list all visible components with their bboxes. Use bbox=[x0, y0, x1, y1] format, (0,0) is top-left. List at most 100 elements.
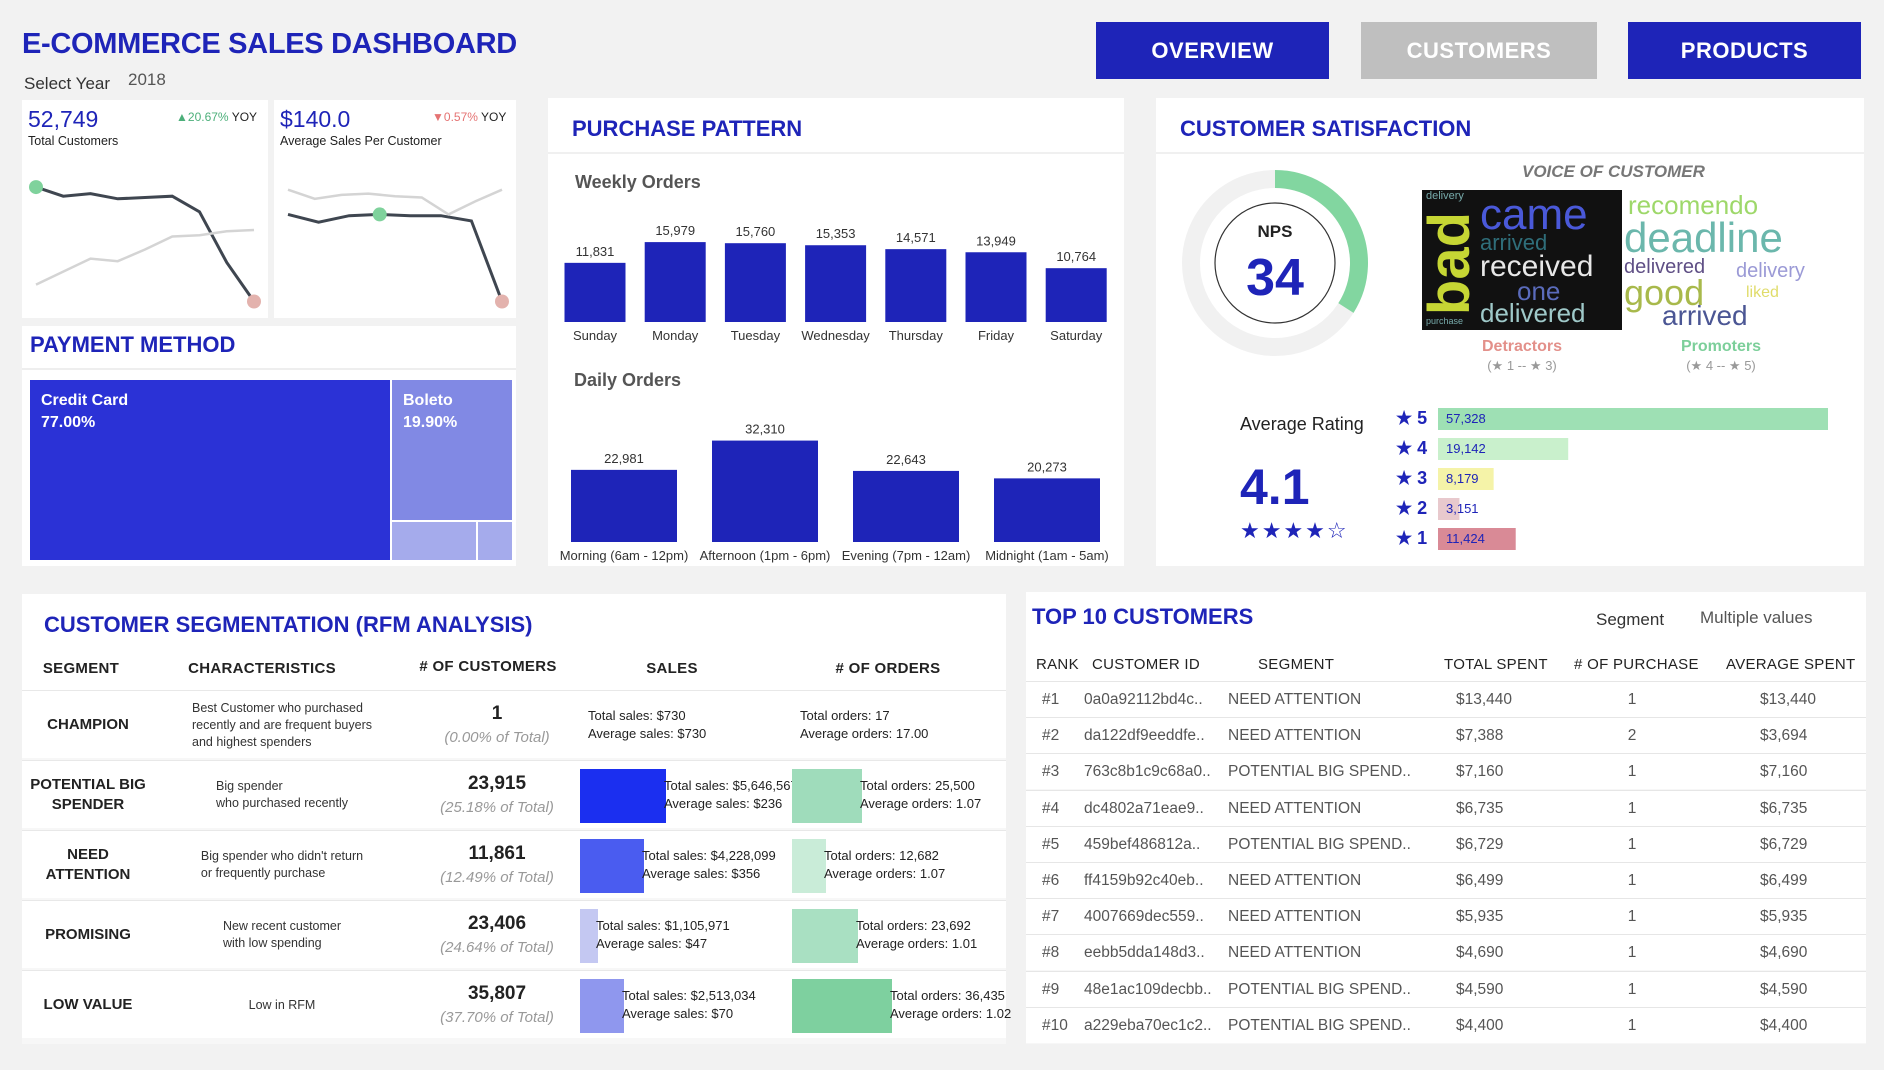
rating-star-label: ★ 2 bbox=[1396, 498, 1427, 518]
rfm-orders-total: Total orders: 23,692 bbox=[856, 918, 971, 933]
treemap-other-1[interactable] bbox=[392, 522, 476, 560]
bar-thursday[interactable] bbox=[885, 249, 947, 322]
bar-midnight[interactable] bbox=[994, 478, 1100, 542]
top10-segment: POTENTIAL BIG SPEND.. bbox=[1228, 835, 1411, 853]
top10-customer-id: 0a0a92112bd4c.. bbox=[1084, 691, 1203, 708]
rfm-customer-pct: (24.64% of Total) bbox=[440, 939, 554, 956]
top10-customer-id: eebb5dda148d3.. bbox=[1084, 944, 1205, 962]
top10-row[interactable]: #7 4007669dec559.. NEED ATTENTION $5,935 1 $5… bbox=[1026, 898, 1866, 935]
bar-morning[interactable] bbox=[571, 469, 677, 542]
top10-segment: NEED ATTENTION bbox=[1228, 944, 1362, 962]
page-title: E-COMMERCE SALES DASHBOARD bbox=[22, 28, 517, 60]
bar-value-label: 13,949 bbox=[976, 233, 1016, 248]
top10-customer-id: 763c8b1c9c68a0.. bbox=[1084, 763, 1211, 781]
top10-rank: #6 bbox=[1042, 872, 1060, 889]
kpi-avg-sales-change: ▼0.57% YOY bbox=[432, 110, 507, 124]
daily-orders-chart: 22,981 Morning (6am - 12pm) 32,310 Afternoo… bbox=[560, 422, 1109, 563]
rating-star-label: ★ 5 bbox=[1396, 408, 1427, 428]
products-button[interactable]: PRODUCTS bbox=[1628, 22, 1861, 79]
bar-saturday[interactable] bbox=[1045, 268, 1107, 322]
top10-segment: NEED ATTENTION bbox=[1228, 799, 1362, 817]
rfm-sales-avg: Average sales: $236 bbox=[664, 796, 783, 811]
year-selector[interactable]: 2018 bbox=[128, 70, 166, 90]
bar-category-label: Afternoon (1pm - 6pm) bbox=[700, 548, 831, 563]
rfm-customer-count: 11,861 bbox=[468, 843, 526, 864]
customer-satisfaction-panel: CUSTOMER SATISFACTION NPS 34 VOICE OF CU… bbox=[1156, 98, 1864, 566]
average-rating-value: 4.1 bbox=[1240, 459, 1310, 515]
top10-average-spent: $6,729 bbox=[1760, 835, 1808, 853]
bar-sunday[interactable] bbox=[564, 262, 626, 322]
top10-row[interactable]: #9 48e1ac109decbb.. POTENTIAL BIG SPEND.. $… bbox=[1026, 970, 1866, 1007]
top10-row[interactable]: #5 459bef486812a.. POTENTIAL BIG SPEND.. $6… bbox=[1026, 825, 1866, 862]
treemap-boleto[interactable]: Boleto 19.90% bbox=[392, 380, 512, 520]
bar-value-label: 15,979 bbox=[655, 223, 695, 238]
top10-row[interactable]: #2 da122df9eeddfe.. NEED ATTENTION $7,388 2 $… bbox=[1026, 717, 1866, 754]
treemap-credit-card[interactable]: Credit Card 77.00% bbox=[30, 380, 390, 560]
rfm-orders-avg: Average orders: 17.00 bbox=[800, 726, 929, 741]
rfm-characteristics: Big spender who didn't return or frequen… bbox=[200, 849, 364, 880]
rfm-row: LOW VALUE Low in RFM 35,807 (37.70% of Tota… bbox=[22, 970, 1011, 1038]
top10-row[interactable]: #4 dc4802a71eae9.. NEED ATTENTION $6,735 1 $6… bbox=[1026, 789, 1866, 826]
rating-star-label: ★ 4 bbox=[1396, 438, 1427, 458]
top10-total-spent: $6,499 bbox=[1456, 872, 1504, 889]
top10-row[interactable]: #1 0a0a92112bd4c.. NEED ATTENTION $13,440 1 $… bbox=[1026, 681, 1866, 717]
top10-rank: #2 bbox=[1042, 727, 1060, 745]
up-triangle-icon: ▲ bbox=[176, 110, 188, 124]
rfm-orders-total: Total orders: 17 bbox=[800, 708, 890, 723]
top10-row[interactable]: #6 ff4159b92c40eb.. NEED ATTENTION $6,499 1 $… bbox=[1026, 862, 1866, 898]
top10-segment: NEED ATTENTION bbox=[1228, 908, 1362, 926]
top10-purchase-count: 1 bbox=[1627, 691, 1637, 708]
sparkline-min-marker bbox=[247, 294, 261, 309]
top10-segment: POTENTIAL BIG SPEND.. bbox=[1228, 763, 1411, 781]
overview-button[interactable]: OVERVIEW bbox=[1096, 22, 1329, 79]
top10-row[interactable]: #8 eebb5dda148d3.. NEED ATTENTION $4,690 1 $4… bbox=[1026, 934, 1866, 971]
top10-rank: #8 bbox=[1042, 944, 1060, 962]
top10-average-spent: $4,590 bbox=[1760, 980, 1808, 998]
bar-evening[interactable] bbox=[853, 470, 959, 542]
top10-row[interactable]: #10 a229eba70ec1c2.. POTENTIAL BIG SPEND..… bbox=[1026, 1006, 1866, 1043]
top10-segment: NEED ATTENTION bbox=[1228, 691, 1362, 708]
bar-tuesday[interactable] bbox=[724, 243, 786, 322]
promoters-range: (★ 4 -- ★ 5) bbox=[1686, 358, 1756, 373]
top10-rank: #5 bbox=[1042, 835, 1060, 853]
rfm-sales-total: Total sales: $1,105,971 bbox=[596, 918, 730, 933]
top10-rank: #10 bbox=[1042, 1016, 1068, 1034]
top10-segment: POTENTIAL BIG SPEND.. bbox=[1228, 980, 1411, 998]
top10-purchase-count: 1 bbox=[1627, 799, 1637, 817]
rating-bar[interactable] bbox=[1438, 408, 1828, 430]
detractors-label: Detractors bbox=[1481, 338, 1563, 355]
bar-friday[interactable] bbox=[965, 252, 1027, 322]
top10-header-segment: SEGMENT bbox=[1258, 656, 1335, 673]
sparkline-previous-year bbox=[35, 228, 255, 286]
rfm-segment-name: PROMISING bbox=[45, 926, 131, 943]
top10-header-average-spent: AVERAGE SPENT bbox=[1726, 656, 1856, 673]
rfm-sales-bar bbox=[580, 979, 624, 1033]
rfm-header-orders: # OF ORDERS bbox=[835, 660, 941, 677]
rfm-orders-bar bbox=[792, 909, 858, 963]
bar-category-label: Evening (7pm - 12am) bbox=[842, 548, 971, 563]
nps-value: 34 bbox=[1246, 249, 1304, 307]
bar-monday[interactable] bbox=[644, 242, 706, 322]
bar-afternoon[interactable] bbox=[712, 440, 818, 542]
top10-total-spent: $4,590 bbox=[1456, 980, 1504, 998]
rfm-customer-pct: (12.49% of Total) bbox=[440, 869, 554, 886]
rfm-segment-name: CHAMPION bbox=[47, 716, 129, 733]
top10-average-spent: $5,935 bbox=[1760, 908, 1808, 926]
rfm-customer-count: 23,915 bbox=[467, 773, 527, 794]
bar-value-label: 10,764 bbox=[1056, 249, 1096, 264]
treemap-other-2[interactable] bbox=[478, 522, 512, 560]
segment-filter-dropdown[interactable]: Multiple values bbox=[1700, 608, 1812, 628]
top10-segment: POTENTIAL BIG SPEND.. bbox=[1228, 1016, 1411, 1034]
customers-button[interactable]: CUSTOMERS bbox=[1361, 22, 1597, 79]
rfm-sales-bar bbox=[580, 839, 644, 893]
rating-star-label: ★ 3 bbox=[1396, 468, 1427, 488]
bar-wednesday[interactable] bbox=[805, 245, 867, 322]
detractors-wordcloud: bad came arrived received one delivered … bbox=[1422, 190, 1622, 330]
rfm-row: PROMISING New recent customer with low sp… bbox=[22, 900, 1006, 968]
detractors-range: (★ 1 -- ★ 3) bbox=[1487, 358, 1557, 373]
top10-total-spent: $13,440 bbox=[1456, 691, 1513, 708]
weekly-orders-chart: 11,831 Sunday 15,979 Monday 15,760 Tuesday 15,… bbox=[564, 223, 1107, 343]
top10-row[interactable]: #3 763c8b1c9c68a0.. POTENTIAL BIG SPEND.. $… bbox=[1026, 753, 1866, 790]
sparkline-current-year bbox=[287, 212, 504, 303]
rfm-row: CHAMPION Best Customer who purchased rece… bbox=[22, 690, 1006, 758]
